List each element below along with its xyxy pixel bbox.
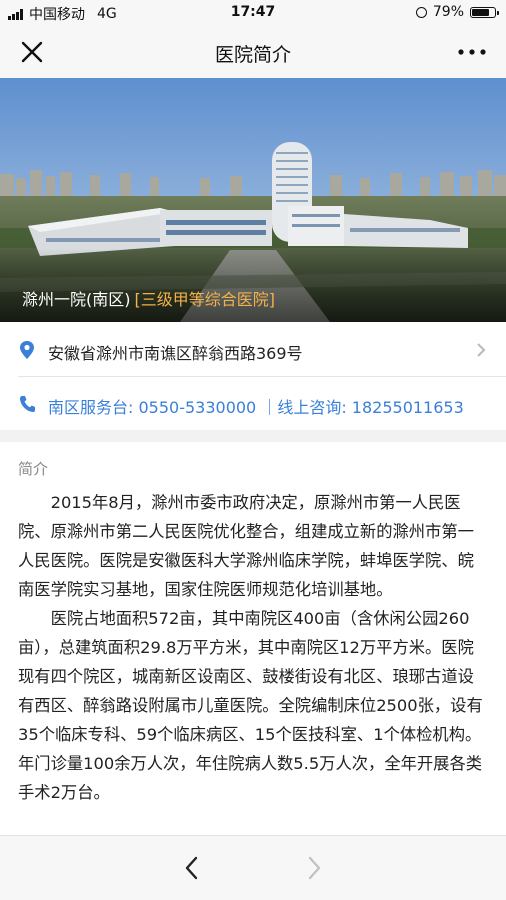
chevron-right-icon [477, 343, 486, 357]
bottom-nav-bar [0, 835, 506, 900]
back-arrow-icon[interactable] [180, 854, 204, 882]
intro-body: 2015年8月，滁州市委市政府决定，原滁州市第一人民医院、原滁州市第二人民医院优… [18, 488, 488, 807]
hospital-level-badge: [三级甲等综合医院] [134, 290, 276, 309]
battery-icon [470, 6, 499, 18]
row-divider [18, 376, 506, 377]
contact-phone-text[interactable]: 南区服务台: 0550-5330000 ｜线上咨询: 18255011653 [48, 394, 464, 418]
orientation-lock-icon [415, 6, 427, 18]
intro-heading: 简介 [18, 460, 49, 478]
phone-icon [20, 396, 35, 412]
more-icon[interactable] [456, 40, 488, 64]
section-gap [0, 430, 506, 442]
battery-percent: 79% [432, 4, 464, 20]
hospital-caption: 滁州一院(南区) [三级甲等综合医院] [22, 286, 275, 310]
hospital-photo: 滁州一院(南区) [三级甲等综合医院] [0, 78, 506, 322]
status-bar: 中国移动 4G 17:47 79% [0, 0, 506, 26]
location-pin-icon [20, 341, 34, 359]
address-row[interactable]: 安徽省滁州市南谯区醉翁西路369号 [0, 324, 506, 376]
page-title: 医院简介 [214, 44, 291, 66]
contact-row[interactable]: 南区服务台: 0550-5330000 ｜线上咨询: 18255011653 [0, 378, 506, 430]
address-text: 安徽省滁州市南谯区醉翁西路369号 [48, 344, 303, 363]
battery-level [472, 8, 490, 16]
intro-paragraph: 2015年8月，滁州市委市政府决定，原滁州市第一人民医院、原滁州市第二人民医院优… [18, 493, 474, 599]
status-right: 79% [415, 4, 499, 20]
forward-arrow-icon[interactable] [302, 854, 326, 882]
intro-paragraph: 医院占地面积572亩，其中南院区400亩（含休闲公园260亩），总建筑面积29.… [18, 609, 483, 802]
hospital-name: 滁州一院(南区) [22, 290, 131, 309]
nav-bar: 医院简介 [0, 26, 506, 78]
